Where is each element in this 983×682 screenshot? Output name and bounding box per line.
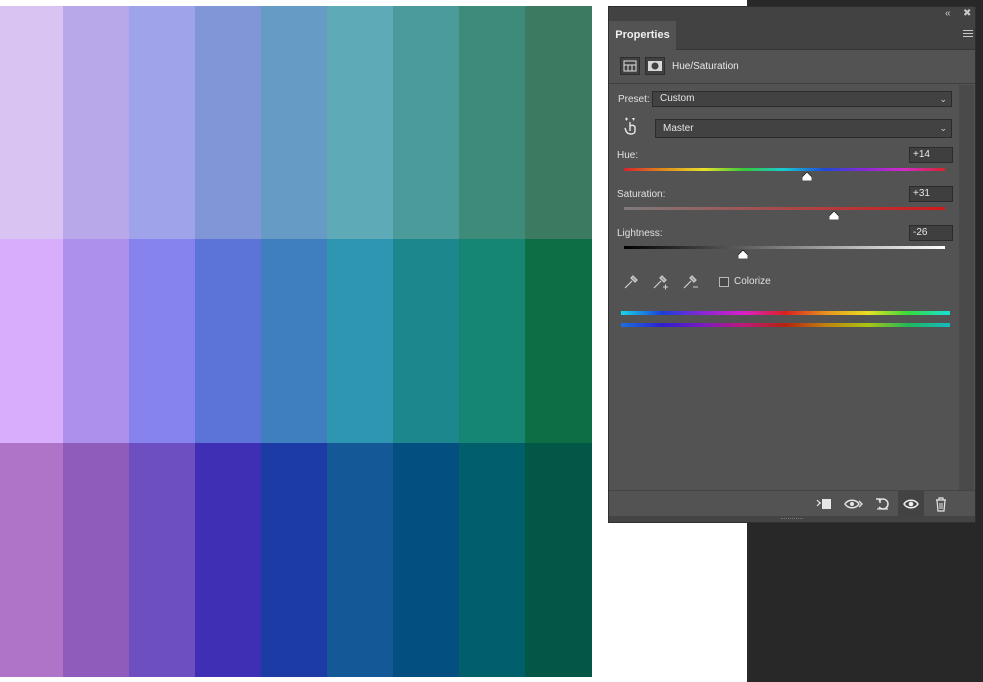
- color-swatch: [0, 239, 63, 443]
- panel-title-bar[interactable]: « ✖: [609, 7, 975, 21]
- color-swatch: [63, 6, 129, 239]
- visibility-toggle[interactable]: [898, 491, 924, 517]
- color-swatch: [195, 239, 261, 443]
- tab-properties[interactable]: Properties: [609, 21, 676, 50]
- color-swatch: [525, 443, 592, 677]
- color-swatch: [393, 443, 459, 677]
- chevron-down-icon: ⌄: [939, 94, 947, 104]
- color-swatch: [63, 443, 129, 677]
- reset-icon[interactable]: [874, 495, 892, 513]
- chevron-down-icon: ⌄: [939, 123, 947, 133]
- color-swatch: [129, 6, 195, 239]
- panel-scrollbar[interactable]: [959, 85, 974, 490]
- color-swatch: [327, 6, 393, 239]
- clip-to-layer-icon[interactable]: [815, 495, 833, 513]
- hue-label: Hue:: [617, 150, 639, 161]
- colorize-label: Colorize: [734, 276, 771, 287]
- preset-dropdown[interactable]: Custom ⌄: [652, 91, 952, 107]
- color-swatch: [129, 443, 195, 677]
- adjustment-layer-icon[interactable]: [620, 57, 640, 75]
- color-swatch: [261, 239, 327, 443]
- eyedropper-subtract-icon[interactable]: [682, 273, 700, 291]
- saturation-slider-thumb[interactable]: [829, 211, 840, 220]
- color-swatch: [393, 239, 459, 443]
- lightness-slider-thumb[interactable]: [737, 250, 748, 259]
- close-icon[interactable]: ✖: [963, 8, 971, 20]
- color-swatch: [459, 239, 525, 443]
- eyedropper-add-icon[interactable]: [652, 273, 670, 291]
- color-swatch: [129, 239, 195, 443]
- color-swatch: [0, 6, 63, 239]
- color-swatch: [195, 443, 261, 677]
- eye-icon: [903, 499, 919, 509]
- color-swatch: [261, 443, 327, 677]
- source-color-bar: [621, 311, 950, 315]
- channel-value: Master: [663, 123, 694, 134]
- panel-resize-handle[interactable]: [609, 516, 975, 522]
- adjustment-title: Hue/Saturation: [672, 61, 739, 72]
- preset-label: Preset:: [618, 94, 650, 105]
- panel-tab-bar: Properties: [609, 21, 975, 50]
- color-swatch: [459, 443, 525, 677]
- color-swatch: [393, 6, 459, 239]
- hue-value-field[interactable]: +14: [909, 147, 953, 163]
- targeted-adjustment-hand-icon[interactable]: [621, 116, 641, 136]
- layer-mask-icon[interactable]: [645, 57, 665, 75]
- lightness-slider-track[interactable]: [624, 246, 945, 249]
- properties-panel: « ✖ Properties Hue/Saturation Preset: Cu…: [608, 6, 976, 523]
- colorize-checkbox[interactable]: [719, 277, 729, 287]
- hue-slider-thumb[interactable]: [801, 172, 812, 181]
- color-swatch: [327, 443, 393, 677]
- saturation-value-field[interactable]: +31: [909, 186, 953, 202]
- channel-dropdown[interactable]: Master ⌄: [655, 119, 952, 138]
- color-swatch: [459, 6, 525, 239]
- color-swatch: [525, 239, 592, 443]
- color-swatch: [525, 6, 592, 239]
- color-swatch: [327, 239, 393, 443]
- color-swatch: [195, 6, 261, 239]
- panel-menu-icon[interactable]: [963, 30, 973, 39]
- saturation-label: Saturation:: [617, 189, 666, 200]
- view-previous-state-icon[interactable]: [844, 495, 863, 513]
- saturation-slider-track[interactable]: [624, 207, 945, 210]
- color-swatch: [261, 6, 327, 239]
- adjustment-header: Hue/Saturation: [609, 51, 975, 84]
- panel-footer: [609, 490, 975, 517]
- lightness-value-field[interactable]: -26: [909, 225, 953, 241]
- eyedropper-icon[interactable]: [622, 273, 640, 291]
- color-swatch: [0, 443, 63, 677]
- double-chevron-left-icon[interactable]: «: [945, 8, 951, 20]
- color-swatch-grid: [0, 6, 592, 677]
- preset-value: Custom: [660, 93, 695, 104]
- hue-slider-track[interactable]: [624, 168, 945, 171]
- lightness-label: Lightness:: [617, 228, 663, 239]
- trash-icon[interactable]: [932, 495, 950, 513]
- color-swatch: [63, 239, 129, 443]
- result-color-bar: [621, 323, 950, 327]
